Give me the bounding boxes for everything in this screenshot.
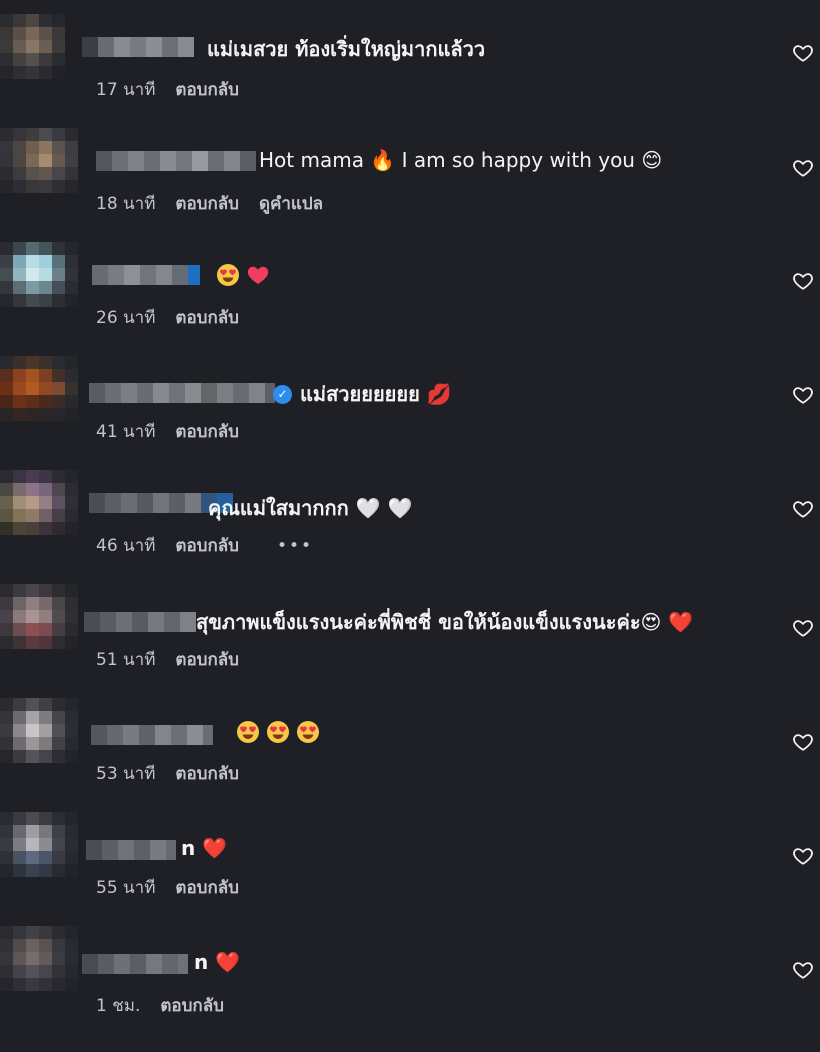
more-options-icon[interactable]: •••: [277, 536, 313, 556]
avatar[interactable]: [0, 698, 78, 776]
comment-text-line: n ❤️: [194, 950, 240, 974]
reply-button[interactable]: ตอบกลับ: [160, 992, 224, 1019]
comment-time: 18 นาที: [96, 194, 156, 214]
heart-eyes-emoji-icon: [236, 720, 260, 744]
comment-text: สุขภาพแข็งแรงนะค่ะพี่พิชชี่ ขอให้น้องแข็…: [196, 610, 694, 634]
comment-text-line: 😍 ❤️: [216, 263, 270, 287]
comment-time: 51 นาที: [96, 650, 156, 670]
comment-item: ✓ แม่สวยยยยยย 💋 41 นาที ตอบกลับ: [0, 342, 820, 456]
comment-meta: 26 นาที ตอบกลับ: [96, 304, 239, 331]
avatar[interactable]: [0, 14, 78, 92]
comment-text-line: n ❤️: [181, 836, 227, 860]
heart-outline-icon[interactable]: [792, 959, 814, 981]
heart-outline-icon[interactable]: [792, 845, 814, 867]
comment-meta: 53 นาที ตอบกลับ: [96, 760, 239, 787]
avatar[interactable]: [0, 242, 78, 320]
comment-text: แม่สวยยยยยย 💋: [300, 382, 452, 406]
red-heart-emoji-icon: [246, 263, 270, 287]
username-blurred[interactable]: [92, 265, 200, 285]
reply-button[interactable]: ตอบกลับ: [175, 760, 239, 787]
comment-time: 26 นาที: [96, 308, 156, 328]
avatar[interactable]: [0, 128, 78, 206]
comment-item: Hot mama 🔥 I am so happy with you 😊 18 น…: [0, 114, 820, 228]
comment-item: 😍 ❤️ 26 นาที ตอบกลับ: [0, 228, 820, 342]
reply-button[interactable]: ตอบกลับ: [175, 190, 239, 217]
comment-meta: 1 ชม. ตอบกลับ: [96, 992, 224, 1019]
avatar[interactable]: [0, 926, 78, 1004]
heart-eyes-emoji-icon: [216, 263, 240, 287]
reply-button[interactable]: ตอบกลับ: [175, 304, 239, 331]
comment-text: n ❤️: [194, 950, 241, 974]
comment-item: สุขภาพแข็งแรงนะค่ะพี่พิชชี่ ขอให้น้องแข็…: [0, 570, 820, 684]
comment-text: Hot mama 🔥 I am so happy with you 😊: [259, 148, 663, 172]
comment-text-line: แม่เมสวย ท้องเริ่มใหญ่มากแล้วว: [207, 33, 485, 65]
comment-text-line: สุขภาพแข็งแรงนะค่ะพี่พิชชี่ ขอให้น้องแข็…: [196, 606, 693, 638]
heart-eyes-emoji-icon: [266, 720, 290, 744]
reply-button[interactable]: ตอบกลับ: [175, 874, 239, 901]
username-blurred[interactable]: [86, 840, 176, 860]
comment-item: n ❤️ 55 นาที ตอบกลับ: [0, 798, 820, 912]
verified-badge-icon: ✓: [273, 384, 292, 404]
comment-text: แม่เมสวย ท้องเริ่มใหญ่มากแล้วว: [207, 37, 486, 61]
comment-meta: 55 นาที ตอบกลับ: [96, 874, 239, 901]
comment-item: แม่เมสวย ท้องเริ่มใหญ่มากแล้วว 17 นาที ต…: [0, 0, 820, 114]
comment-item: 😍 😍 😍 53 นาที ตอบกลับ: [0, 684, 820, 798]
comment-meta: 18 นาที ตอบกลับ ดูคำแปล: [96, 190, 323, 217]
see-translation-button[interactable]: ดูคำแปล: [259, 190, 323, 217]
comment-item: n ❤️ 1 ชม. ตอบกลับ: [0, 912, 820, 1026]
heart-outline-icon[interactable]: [792, 157, 814, 179]
comment-text-line: คุณแม่ใสมากกก 🤍 🤍: [208, 492, 412, 524]
comment-meta: 51 นาที ตอบกลับ: [96, 646, 239, 673]
heart-eyes-emoji-icon: [296, 720, 320, 744]
comment-text-line: Hot mama 🔥 I am so happy with you 😊: [259, 148, 662, 172]
heart-outline-icon[interactable]: [792, 617, 814, 639]
heart-outline-icon[interactable]: [792, 42, 814, 64]
comment-text-line: ✓ แม่สวยยยยยย 💋: [273, 378, 452, 410]
avatar[interactable]: [0, 470, 78, 548]
comment-text: n ❤️: [181, 836, 228, 860]
comment-text: คุณแม่ใสมากกก 🤍 🤍: [208, 496, 413, 520]
username-blurred[interactable]: [82, 37, 194, 57]
comment-list: แม่เมสวย ท้องเริ่มใหญ่มากแล้วว 17 นาที ต…: [0, 0, 820, 1052]
username-blurred[interactable]: [91, 725, 213, 745]
reply-button[interactable]: ตอบกลับ: [175, 646, 239, 673]
comment-meta: 46 นาที ตอบกลับ •••: [96, 532, 313, 559]
heart-outline-icon[interactable]: [792, 384, 814, 406]
comment-item: คุณแม่ใสมากกก 🤍 🤍 46 นาที ตอบกลับ •••: [0, 456, 820, 570]
comment-time: 55 นาที: [96, 878, 156, 898]
heart-outline-icon[interactable]: [792, 270, 814, 292]
comment-time: 17 นาที: [96, 80, 156, 100]
comment-meta: 17 นาที ตอบกลับ: [96, 76, 239, 103]
username-blurred[interactable]: [89, 383, 275, 403]
comment-time: 41 นาที: [96, 422, 156, 442]
avatar[interactable]: [0, 812, 78, 890]
username-blurred[interactable]: [82, 954, 188, 974]
username-blurred[interactable]: [84, 612, 196, 632]
comment-time: 46 นาที: [96, 536, 156, 556]
reply-button[interactable]: ตอบกลับ: [175, 418, 239, 445]
avatar[interactable]: [0, 356, 78, 434]
comment-meta: 41 นาที ตอบกลับ: [96, 418, 239, 445]
reply-button[interactable]: ตอบกลับ: [175, 532, 239, 559]
comment-time: 1 ชม.: [96, 996, 141, 1016]
comment-text-line: 😍 😍 😍: [236, 720, 320, 744]
avatar[interactable]: [0, 584, 78, 662]
heart-outline-icon[interactable]: [792, 498, 814, 520]
heart-outline-icon[interactable]: [792, 731, 814, 753]
reply-button[interactable]: ตอบกลับ: [175, 76, 239, 103]
username-blurred[interactable]: [96, 151, 256, 171]
comment-time: 53 นาที: [96, 764, 156, 784]
